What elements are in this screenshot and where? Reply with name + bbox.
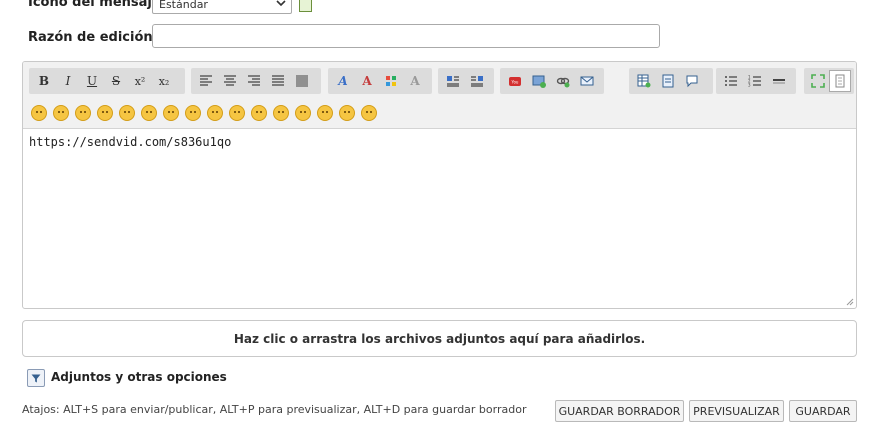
- list-group: [438, 68, 494, 94]
- edit-reason-input[interactable]: [152, 24, 660, 48]
- svg-text:You: You: [511, 80, 519, 85]
- editor-toolbar: B I U S x² x₂ A A A You 1 2 3: [23, 62, 856, 129]
- rich-text-editor[interactable]: B I U S x² x₂ A A A You 1 2 3 https://se…: [22, 61, 857, 309]
- superscript-button[interactable]: x²: [128, 70, 152, 92]
- preview-button[interactable]: PREVISUALIZAR: [689, 400, 784, 422]
- editor-content[interactable]: https://sendvid.com/s836u1qo: [29, 135, 231, 149]
- message-icon-select-value: Estándar: [159, 0, 208, 11]
- fullscreen-icon: [811, 74, 825, 88]
- align-left-button[interactable]: [194, 70, 218, 92]
- horizontal-rule-button[interactable]: [767, 70, 791, 92]
- dropzone-text: Haz clic o arrastra los archivos adjunto…: [233, 331, 646, 346]
- indent-left-button[interactable]: [441, 70, 465, 92]
- align-justify-icon: [272, 75, 284, 86]
- font-group: A A A: [328, 68, 432, 94]
- message-icon-select[interactable]: Estándar: [152, 0, 292, 14]
- cool-icon[interactable]: [185, 105, 201, 121]
- filter-icon: [31, 374, 41, 383]
- list-right-icon: [471, 76, 483, 87]
- speech-icon: [686, 75, 698, 88]
- list-left-icon: [447, 76, 459, 87]
- indent-right-button[interactable]: [465, 70, 489, 92]
- link-icon: [556, 77, 570, 88]
- youtube-icon: You: [509, 77, 521, 86]
- big-grin-icon[interactable]: [97, 105, 113, 121]
- image-icon: [532, 75, 546, 88]
- align-left-icon: [200, 75, 212, 86]
- tongue-icon[interactable]: [251, 105, 267, 121]
- alignment-group: [191, 68, 321, 94]
- grimace-icon[interactable]: [361, 105, 377, 121]
- eyeroll-icon[interactable]: [163, 105, 179, 121]
- options-label[interactable]: Adjuntos y otras opciones: [51, 370, 227, 384]
- surprised-icon[interactable]: [295, 105, 311, 121]
- font-button[interactable]: A: [331, 70, 355, 92]
- text-style-group: B I U S x² x₂: [29, 68, 185, 94]
- chevron-down-icon: [276, 0, 286, 7]
- bullet-list-icon: [725, 76, 737, 86]
- speech-button[interactable]: [680, 70, 704, 92]
- kiss-icon[interactable]: [339, 105, 355, 121]
- table-icon: [637, 74, 651, 88]
- align-center-icon: [224, 75, 236, 86]
- bold-button[interactable]: B: [32, 70, 56, 92]
- svg-text:3: 3: [748, 83, 751, 88]
- quote-button[interactable]: [656, 70, 680, 92]
- media-group: You: [500, 68, 604, 94]
- link-button[interactable]: [551, 70, 575, 92]
- quote-icon: [662, 74, 674, 88]
- format-list-group: 123: [716, 68, 796, 94]
- clear-format-icon: A: [410, 74, 420, 88]
- insert-group: [629, 68, 713, 94]
- fullscreen-button[interactable]: [807, 70, 829, 92]
- image-button[interactable]: [527, 70, 551, 92]
- bullet-list-button[interactable]: [719, 70, 743, 92]
- happy-icon[interactable]: [229, 105, 245, 121]
- save-draft-button[interactable]: GUARDAR BORRADOR: [555, 400, 684, 422]
- font-color-icon: A: [362, 74, 372, 88]
- align-right-button[interactable]: [242, 70, 266, 92]
- neutral-icon[interactable]: [141, 105, 157, 121]
- shortcuts-hint: Atajos: ALT+S para enviar/publicar, ALT+…: [22, 403, 527, 416]
- align-right-icon: [248, 75, 260, 86]
- horizontal-rule-icon: [773, 79, 785, 84]
- view-group: [804, 68, 854, 94]
- relieved-icon[interactable]: [317, 105, 333, 121]
- italic-button[interactable]: I: [56, 70, 80, 92]
- email-button[interactable]: [575, 70, 599, 92]
- align-justify-button[interactable]: [266, 70, 290, 92]
- edit-reason-label: Razón de edición: [28, 30, 153, 45]
- email-icon: [580, 76, 594, 86]
- grin-icon[interactable]: [75, 105, 91, 121]
- save-button[interactable]: GUARDAR: [789, 400, 857, 422]
- align-center-button[interactable]: [218, 70, 242, 92]
- confused-icon[interactable]: [207, 105, 223, 121]
- color-palette-button[interactable]: [379, 70, 403, 92]
- table-button[interactable]: [632, 70, 656, 92]
- options-toggle-icon[interactable]: [27, 369, 45, 387]
- smiley-bar: [31, 105, 377, 121]
- align-full-button[interactable]: [290, 70, 314, 92]
- smile-icon[interactable]: [31, 105, 47, 121]
- subscript-button[interactable]: x₂: [152, 70, 176, 92]
- font-color-button[interactable]: A: [355, 70, 379, 92]
- source-button[interactable]: [828, 70, 851, 92]
- message-icon-label: Icono del mensaje: [28, 0, 161, 10]
- clear-format-button[interactable]: A: [403, 70, 427, 92]
- numbered-list-icon: 123: [748, 75, 761, 88]
- strikethrough-button[interactable]: S: [104, 70, 128, 92]
- icon-preview-icon: [299, 0, 312, 12]
- attachment-dropzone[interactable]: Haz clic o arrastra los archivos adjunto…: [22, 320, 857, 357]
- underline-button[interactable]: U: [80, 70, 104, 92]
- wink-icon[interactable]: [53, 105, 69, 121]
- blush-icon[interactable]: [273, 105, 289, 121]
- align-full-icon: [296, 75, 308, 87]
- numbered-list-button[interactable]: 123: [743, 70, 767, 92]
- laugh-icon[interactable]: [119, 105, 135, 121]
- resize-handle-icon[interactable]: [846, 298, 854, 306]
- youtube-button[interactable]: You: [503, 70, 527, 92]
- font-icon: A: [338, 74, 348, 88]
- color-palette-icon: [386, 76, 396, 86]
- source-icon: [835, 74, 845, 88]
